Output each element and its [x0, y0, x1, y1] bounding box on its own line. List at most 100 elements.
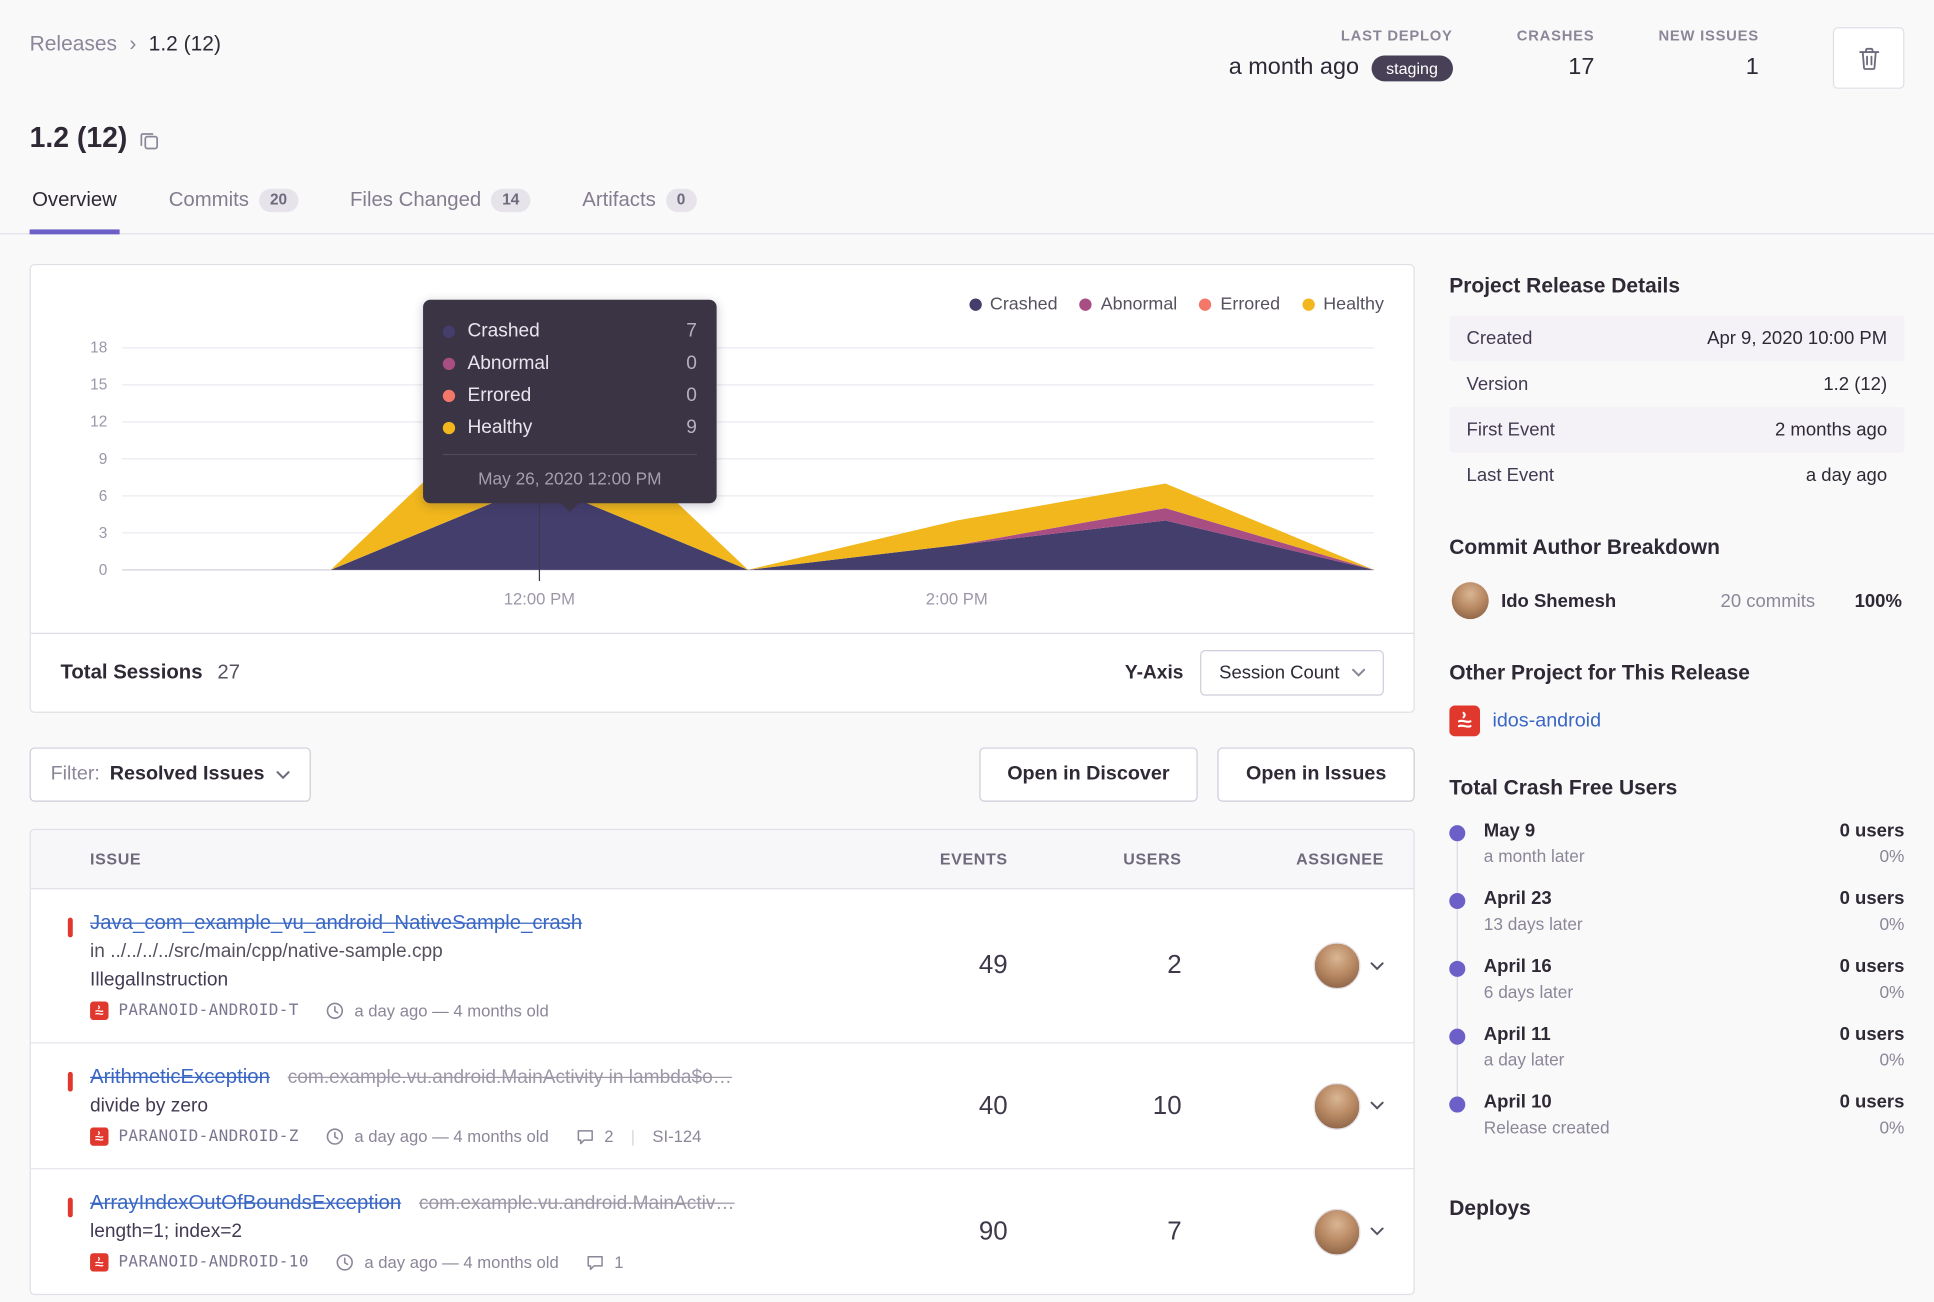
- abnormal-legend-dot-icon: [1079, 298, 1093, 311]
- other-project-row: idos-android: [1449, 703, 1904, 739]
- timeline-users: 0 users: [1839, 1091, 1905, 1113]
- timeline-dot-icon: [1449, 825, 1466, 842]
- assignee-avatar[interactable]: [1313, 1082, 1361, 1130]
- issue-age: a day ago — 4 months old: [354, 1127, 549, 1146]
- column-header-assignee: ASSIGNEE: [1296, 849, 1384, 869]
- breadcrumb-releases[interactable]: Releases: [30, 32, 117, 57]
- issues-table-header: ISSUE EVENTS USERS ASSIGNEE: [30, 830, 1414, 890]
- issue-events-count: 90: [978, 1216, 1008, 1246]
- comments-count: 2: [604, 1127, 614, 1146]
- issue-row: ArithmeticException com.example.vu.andro…: [30, 1043, 1414, 1170]
- y-axis-label: Y-Axis: [1124, 661, 1184, 683]
- detail-value: 1.2 (12): [1823, 373, 1888, 395]
- issues-filter-bar: Filter: Resolved Issues Open in Discover…: [29, 747, 1415, 802]
- column-header-issue: ISSUE: [90, 849, 142, 869]
- detail-label: First Event: [1466, 419, 1555, 441]
- comments-count: 1: [614, 1253, 624, 1272]
- page-title: 1.2 (12): [29, 120, 128, 153]
- delete-release-button[interactable]: [1832, 27, 1905, 89]
- issues-filter-dropdown[interactable]: Filter: Resolved Issues: [29, 747, 312, 802]
- other-project-link[interactable]: idos-android: [1492, 710, 1601, 732]
- sessions-chart[interactable]: 0 3 6 9 12 15 18 12:00 PM 2:00 PM Crashed 7 Abno…: [60, 299, 1383, 633]
- issue-users-count: 7: [1167, 1216, 1182, 1246]
- timeline-percent: 0%: [1879, 981, 1905, 1002]
- legend-abnormal-label: Abnormal: [1100, 294, 1178, 315]
- timeline-percent: 0%: [1879, 1049, 1905, 1070]
- detail-value: Apr 9, 2020 10:00 PM: [1707, 328, 1888, 350]
- tooltip-healthy-label: Healthy: [467, 416, 533, 438]
- tab-artifacts[interactable]: Artifacts 0: [580, 179, 699, 235]
- release-details-table: Created Apr 9, 2020 10:00 PM Version 1.2…: [1449, 315, 1905, 499]
- tab-overview-label: Overview: [32, 188, 117, 211]
- issue-age: a day ago — 4 months old: [354, 1001, 549, 1021]
- open-in-issues-button[interactable]: Open in Issues: [1217, 747, 1415, 802]
- open-in-discover-button[interactable]: Open in Discover: [978, 747, 1198, 802]
- total-sessions-value: 27: [217, 661, 241, 684]
- legend-item-healthy[interactable]: Healthy: [1302, 295, 1384, 315]
- tab-files-changed[interactable]: Files Changed 14: [348, 179, 533, 235]
- copy-icon: [140, 130, 160, 150]
- crashed-legend-dot-icon: [968, 298, 982, 311]
- legend-item-abnormal[interactable]: Abnormal: [1079, 294, 1178, 315]
- assignee-dropdown-chevron-icon[interactable]: [1370, 1101, 1384, 1110]
- sessions-chart-card: Crashed Abnormal Errored Healthy 0 3 6 9…: [29, 263, 1415, 713]
- section-title: Project Release Details: [1449, 273, 1681, 298]
- project-platform-icon: [90, 1127, 109, 1146]
- tooltip-abnormal-value: 0: [686, 352, 697, 374]
- stat-last-deploy-value: a month ago: [1228, 54, 1360, 81]
- author-row: Ido Shemesh 20 commits 100%: [1449, 577, 1904, 624]
- release-stats: LAST DEPLOY a month ago staging CRASHES …: [1229, 27, 1905, 89]
- copy-version-button[interactable]: [140, 125, 160, 150]
- timeline-users: 0 users: [1839, 820, 1905, 842]
- timeline-users: 0 users: [1839, 1023, 1905, 1045]
- timeline-percent: 0%: [1879, 913, 1905, 934]
- issue-subtitle: com.example.vu.android.MainActiv…: [418, 1192, 735, 1214]
- timeline-subtext: Release created: [1483, 1117, 1610, 1138]
- detail-value: 2 months ago: [1775, 419, 1888, 441]
- y-axis-select[interactable]: Session Count: [1200, 650, 1384, 696]
- crash-free-timeline: May 9 a month later 0 users 0% April 23 …: [1449, 818, 1904, 1160]
- stat-crashes: CRASHES 17: [1517, 27, 1595, 81]
- author-commit-count: 20 commits: [1720, 590, 1816, 612]
- timeline-entry: April 16 6 days later 0 users 0%: [1449, 956, 1904, 1024]
- timeline-subtext: a day later: [1483, 1049, 1565, 1070]
- timeline-entry: April 23 13 days later 0 users 0%: [1449, 888, 1904, 956]
- assignee-dropdown-chevron-icon[interactable]: [1370, 1227, 1384, 1236]
- issue-culprit: in ../../../../src/main/cpp/native-sampl…: [90, 941, 443, 963]
- errored-legend-dot-icon: [1199, 298, 1212, 311]
- tooltip-crashed-dot-icon: [442, 325, 456, 338]
- project-platform-icon: [90, 1253, 109, 1272]
- linked-ticket[interactable]: SI-124: [652, 1127, 701, 1146]
- release-sidebar: Project Release Details Created Apr 9, 2…: [1449, 264, 1905, 1258]
- svg-text:18: 18: [90, 340, 107, 357]
- timeline-date: April 16: [1483, 955, 1552, 977]
- timeline-dot-icon: [1449, 1028, 1466, 1045]
- tab-commits-count: 20: [258, 189, 299, 212]
- tab-commits[interactable]: Commits 20: [166, 179, 300, 235]
- assignee-avatar[interactable]: [1313, 942, 1361, 990]
- total-sessions-label: Total Sessions: [60, 661, 203, 684]
- legend-item-errored[interactable]: Errored: [1199, 295, 1280, 315]
- assignee-dropdown-chevron-icon[interactable]: [1370, 961, 1384, 970]
- project-slug: PARANOID-ANDROID-Z: [118, 1127, 299, 1146]
- issue-row: ArrayIndexOutOfBoundsException com.examp…: [31, 1169, 1414, 1294]
- assignee-avatar[interactable]: [1313, 1208, 1361, 1256]
- author-name: Ido Shemesh: [1501, 590, 1617, 612]
- legend-healthy-label: Healthy: [1323, 294, 1384, 315]
- stat-crashes-value: 17: [1568, 54, 1595, 81]
- tab-overview[interactable]: Overview: [29, 179, 120, 235]
- breadcrumb-current: 1.2 (12): [148, 32, 221, 56]
- timeline-subtext: 6 days later: [1483, 981, 1574, 1002]
- author-percent: 100%: [1854, 590, 1902, 612]
- issue-title-link[interactable]: ArithmeticException: [90, 1066, 270, 1088]
- issue-message: length=1; index=2: [90, 1221, 243, 1243]
- issue-message: divide by zero: [90, 1095, 209, 1117]
- legend-item-crashed[interactable]: Crashed: [968, 295, 1058, 315]
- tab-artifacts-label: Artifacts: [582, 188, 656, 211]
- detail-value: a day ago: [1805, 464, 1888, 486]
- section-title: Total Crash Free Users: [1449, 775, 1678, 800]
- project-release-details-section: Project Release Details Created Apr 9, 2…: [1449, 273, 1905, 499]
- issue-title-link[interactable]: ArrayIndexOutOfBoundsException: [90, 1191, 401, 1213]
- issue-title-link[interactable]: Java_com_example_vu_android_NativeSample…: [90, 911, 582, 933]
- section-title: Other Project for This Release: [1449, 661, 1750, 685]
